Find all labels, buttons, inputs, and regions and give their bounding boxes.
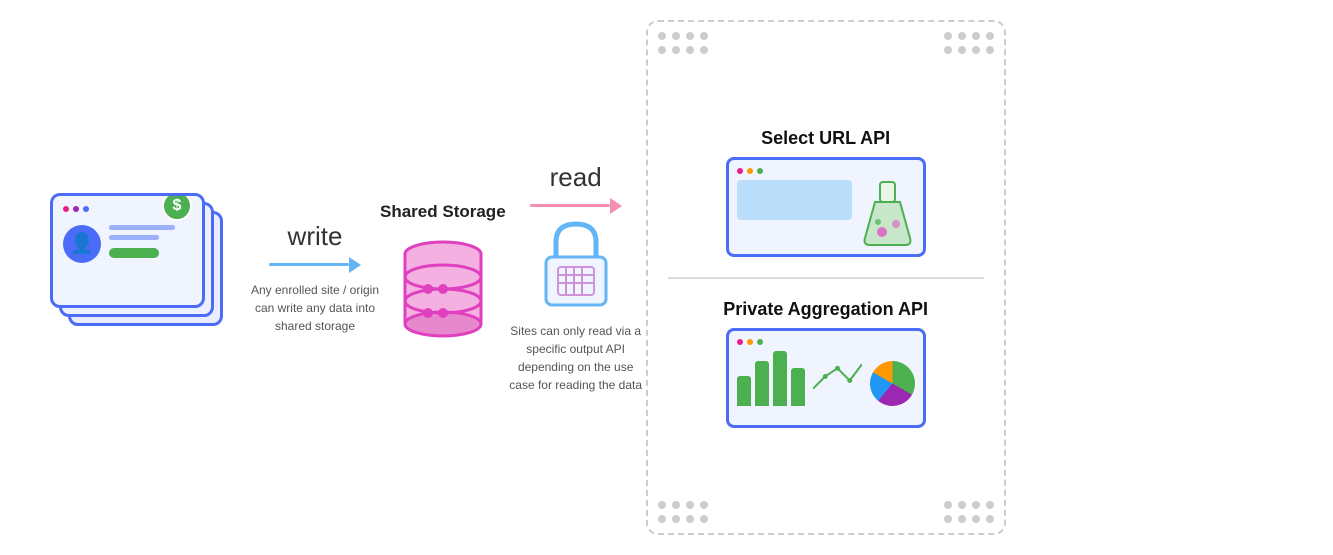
dots-bottom-right bbox=[944, 501, 994, 523]
bar-chart bbox=[737, 351, 805, 406]
select-url-api-card: Select URL API bbox=[668, 128, 984, 257]
api-dot-1 bbox=[737, 168, 743, 174]
card-button bbox=[109, 248, 159, 258]
cards-stack: $ 👤 bbox=[50, 193, 230, 353]
write-arrow-head bbox=[349, 257, 361, 273]
dot-pink bbox=[63, 206, 69, 212]
read-flow: read Sites can only read via a speci bbox=[506, 162, 646, 394]
private-agg-illustration bbox=[726, 328, 926, 428]
avatar: 👤 bbox=[63, 225, 101, 263]
write-arrow-line bbox=[269, 263, 349, 266]
divider bbox=[668, 277, 984, 279]
lock-container bbox=[536, 214, 616, 314]
api-dot-4 bbox=[737, 339, 743, 345]
flask-icon bbox=[860, 180, 915, 248]
write-flow: write Any enrolled site / origin can wri… bbox=[250, 221, 380, 335]
read-arrow bbox=[530, 198, 622, 214]
bar-3 bbox=[773, 351, 787, 406]
dollar-badge: $ bbox=[162, 193, 192, 221]
api-dot-6 bbox=[757, 339, 763, 345]
bar-2 bbox=[755, 361, 769, 406]
write-label: write bbox=[288, 221, 343, 252]
api-dot-5 bbox=[747, 339, 753, 345]
card-lines bbox=[109, 225, 192, 258]
shared-storage-label: Shared Storage bbox=[380, 202, 506, 222]
card-line-1 bbox=[109, 225, 175, 230]
bar-1 bbox=[737, 376, 751, 406]
select-url-title: Select URL API bbox=[761, 128, 890, 149]
private-aggregation-api-card: Private Aggregation API bbox=[668, 299, 984, 428]
user-icon: 👤 bbox=[70, 231, 95, 256]
select-url-content bbox=[737, 180, 915, 248]
left-section: $ 👤 bbox=[30, 193, 250, 363]
select-url-lines bbox=[737, 180, 852, 220]
pie-chart bbox=[870, 361, 915, 406]
priv-agg-content bbox=[737, 351, 915, 406]
database-icon bbox=[398, 234, 488, 354]
write-arrow-section: write bbox=[269, 221, 361, 273]
card-front: $ 👤 bbox=[50, 193, 205, 308]
dots-top-right bbox=[944, 32, 994, 54]
url-line-block bbox=[737, 180, 852, 220]
card-line-2 bbox=[109, 235, 159, 240]
card-body: 👤 bbox=[63, 220, 192, 263]
line-chart-icon bbox=[813, 351, 862, 406]
write-description: Any enrolled site / origin can write any… bbox=[250, 281, 380, 335]
read-arrow-line bbox=[530, 204, 610, 207]
api-dot-2 bbox=[747, 168, 753, 174]
read-label: read bbox=[550, 162, 602, 193]
read-description: Sites can only read via a specific outpu… bbox=[506, 322, 646, 394]
api-dots-row-2 bbox=[737, 339, 915, 345]
read-arrow-section: read bbox=[530, 162, 622, 214]
database-container: Shared Storage bbox=[380, 202, 506, 354]
api-dots-row bbox=[737, 168, 915, 174]
dollar-symbol: $ bbox=[173, 197, 182, 215]
dots-top-left bbox=[658, 32, 708, 54]
dot-blue bbox=[83, 206, 89, 212]
main-container: $ 👤 bbox=[0, 0, 1333, 555]
private-agg-title: Private Aggregation API bbox=[723, 299, 928, 320]
api-dot-3 bbox=[757, 168, 763, 174]
read-arrow-head bbox=[610, 198, 622, 214]
lock-icon bbox=[536, 214, 616, 314]
select-url-illustration bbox=[726, 157, 926, 257]
bar-4 bbox=[791, 368, 805, 406]
write-arrow bbox=[269, 257, 361, 273]
dot-purple bbox=[73, 206, 79, 212]
dots-bottom-left bbox=[658, 501, 708, 523]
right-panel: Select URL API bbox=[646, 20, 1006, 535]
